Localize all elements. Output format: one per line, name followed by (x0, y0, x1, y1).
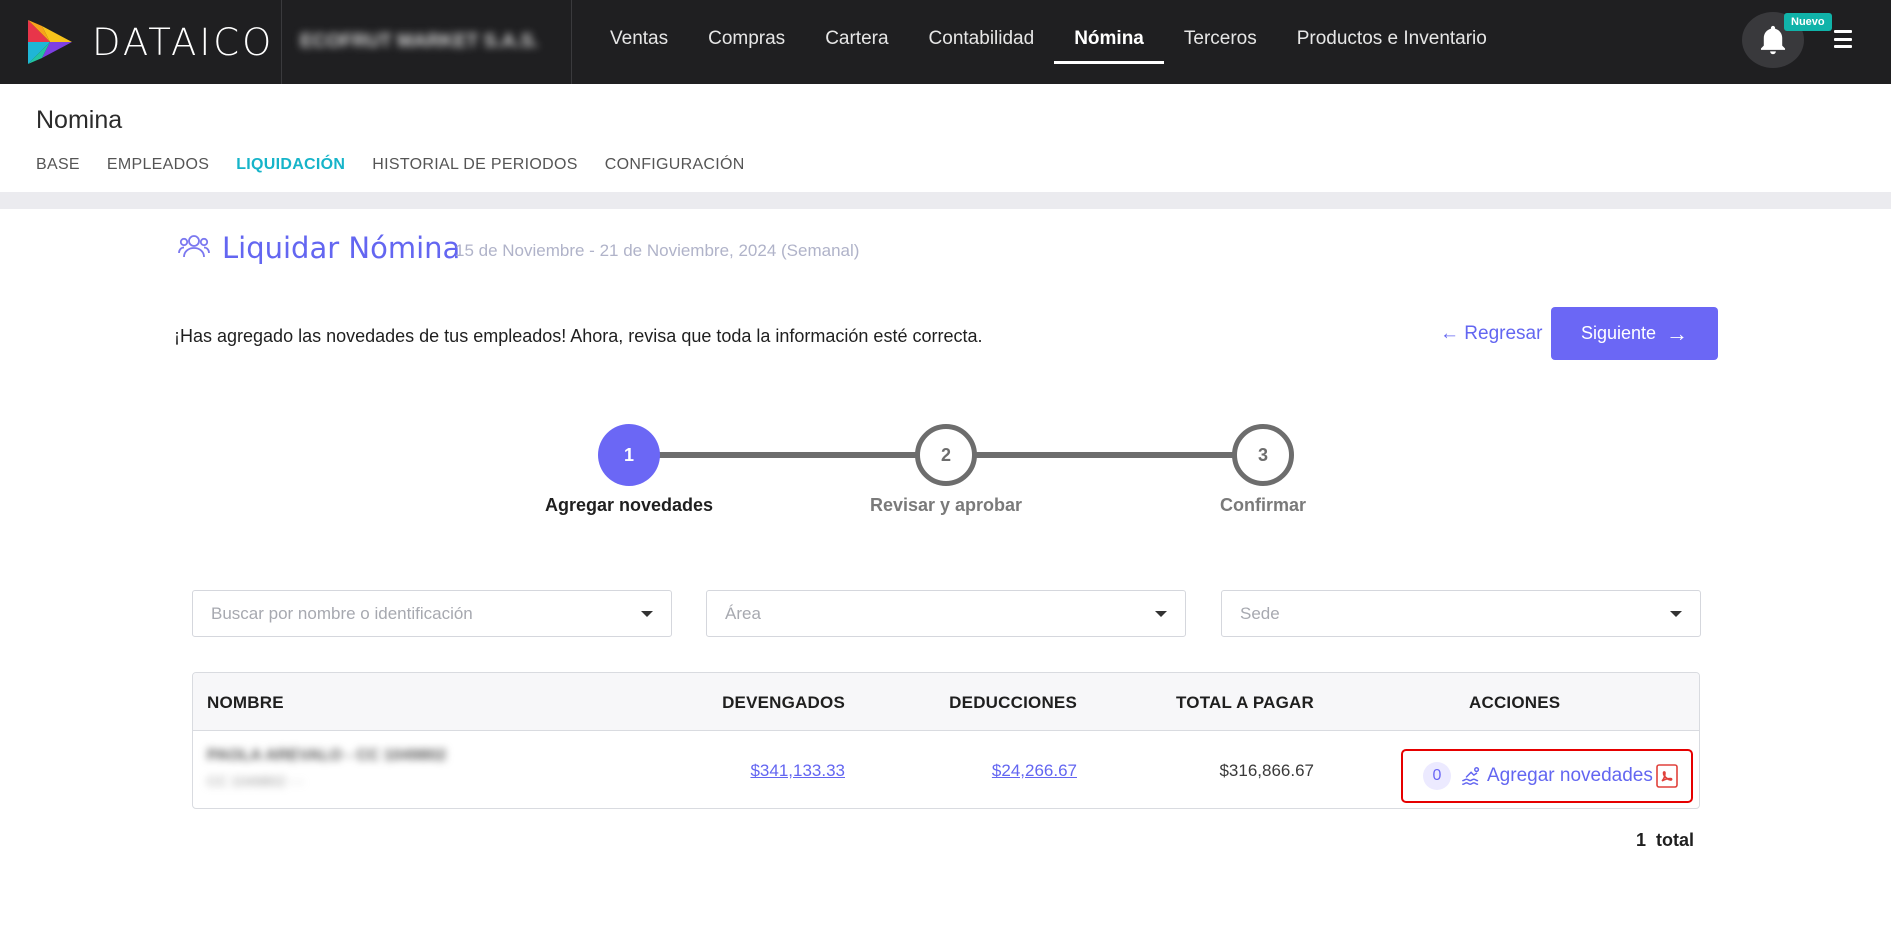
step-1-circle[interactable]: 1 (598, 424, 660, 486)
tab-empleados[interactable]: EMPLEADOS (107, 156, 209, 174)
nav-productos-inventario[interactable]: Productos e Inventario (1277, 0, 1507, 84)
tab-base[interactable]: BASE (36, 156, 80, 174)
main-content: Liquidar Nómina 15 de Noviembre - 21 de … (0, 209, 1891, 936)
pdf-file-icon[interactable] (1655, 763, 1679, 789)
step-2-label: Revisar y aprobar (869, 495, 1023, 515)
hamburger-menu-icon[interactable] (1834, 30, 1852, 48)
payroll-table: NOMBRE DEVENGADOS DEDUCCIONES TOTAL A PA… (192, 672, 1700, 809)
company-name: ECOFRUT MARKET S.A.S. (300, 31, 539, 52)
header-total-pagar: TOTAL A PAGAR (1176, 693, 1314, 712)
next-button[interactable]: Siguiente → (1551, 307, 1718, 360)
novedades-count-badge: 0 (1423, 762, 1451, 790)
employee-search-select[interactable]: Buscar por nombre o identificación (192, 590, 672, 637)
employee-id: CC 1049802 - - (207, 773, 303, 789)
deducciones-link[interactable]: $24,266.67 (992, 761, 1077, 781)
add-novedades-button[interactable]: Agregar novedades (1461, 765, 1653, 787)
brand-name: DATAICO (92, 20, 275, 64)
brand[interactable]: DATAICO (0, 0, 282, 84)
header-acciones: ACCIONES (1469, 693, 1561, 712)
caret-down-icon (641, 610, 653, 617)
nav-contabilidad[interactable]: Contabilidad (909, 0, 1055, 84)
total-pagar-value: $316,866.67 (1219, 761, 1314, 780)
area-select[interactable]: Área (706, 590, 1186, 637)
next-label: Siguiente (1580, 323, 1657, 343)
main-menu: Ventas Compras Cartera Contabilidad Nómi… (590, 0, 1507, 84)
arrow-right-icon: → (1666, 320, 1689, 346)
sede-select[interactable]: Sede (1221, 590, 1701, 637)
total-count: 1 (1636, 830, 1647, 850)
info-message: ¡Has agregado las novedades de tus emple… (174, 326, 983, 346)
sede-placeholder: Sede (1240, 603, 1280, 623)
company-selector[interactable]: ECOFRUT MARKET S.A.S. (282, 0, 572, 84)
search-placeholder: Buscar por nombre o identificación (211, 603, 473, 623)
new-badge: Nuevo (1784, 13, 1832, 31)
nav-compras[interactable]: Compras (688, 0, 805, 84)
step-1-label: Agregar novedades (544, 495, 714, 515)
tab-configuracion[interactable]: CONFIGURACIÓN (605, 156, 745, 174)
header-devengados: DEVENGADOS (722, 693, 845, 712)
back-button[interactable]: ← Regresar (1440, 323, 1542, 345)
step-3-label: Confirmar (1219, 495, 1306, 515)
step-2-circle[interactable]: 2 (915, 424, 977, 486)
period-range: 15 de Noviembre - 21 de Noviembre, 2024 … (455, 241, 860, 260)
swimmer-icon (1462, 767, 1480, 785)
tab-historial-periodos[interactable]: HISTORIAL DE PERIODOS (372, 156, 577, 174)
tab-liquidacion[interactable]: LIQUIDACIÓN (236, 156, 345, 174)
row-actions: 0 Agregar novedades (1401, 749, 1693, 803)
add-novedades-label: Agregar novedades (1487, 765, 1653, 786)
page-title: Nomina (36, 106, 123, 134)
module-header: Nomina BASE EMPLEADOS LIQUIDACIÓN HISTOR… (0, 84, 1891, 192)
table-row: PAOLA AREVALO - CC 1049802 CC 1049802 - … (193, 731, 1699, 808)
total-label: total (1656, 830, 1695, 850)
module-tabs: BASE EMPLEADOS LIQUIDACIÓN HISTORIAL DE … (36, 156, 772, 174)
results-total: 1 total (1636, 830, 1694, 851)
stepper-line-1 (656, 452, 918, 458)
caret-down-icon (1670, 610, 1682, 617)
area-placeholder: Área (725, 603, 761, 623)
header-deducciones: DEDUCCIONES (949, 693, 1077, 712)
step-3-circle[interactable]: 3 (1232, 424, 1294, 486)
dataico-logo-icon (28, 20, 72, 64)
header-nombre: NOMBRE (207, 693, 284, 712)
nav-cartera[interactable]: Cartera (805, 0, 908, 84)
arrow-left-icon: ← (1440, 323, 1459, 344)
caret-down-icon (1155, 610, 1167, 617)
nav-terceros[interactable]: Terceros (1164, 0, 1277, 84)
top-navbar: DATAICO ECOFRUT MARKET S.A.S. Ventas Com… (0, 0, 1891, 84)
section-divider (0, 192, 1891, 209)
table-header: NOMBRE DEVENGADOS DEDUCCIONES TOTAL A PA… (193, 673, 1699, 731)
nav-ventas[interactable]: Ventas (590, 0, 688, 84)
nav-nomina[interactable]: Nómina (1054, 0, 1164, 84)
stepper-line-2 (974, 452, 1236, 458)
devengados-link[interactable]: $341,133.33 (750, 761, 845, 781)
users-icon (178, 235, 210, 258)
section-title: Liquidar Nómina (222, 231, 461, 265)
employee-name: PAOLA AREVALO - CC 1049802 (207, 747, 447, 764)
back-label: Regresar (1464, 323, 1543, 344)
